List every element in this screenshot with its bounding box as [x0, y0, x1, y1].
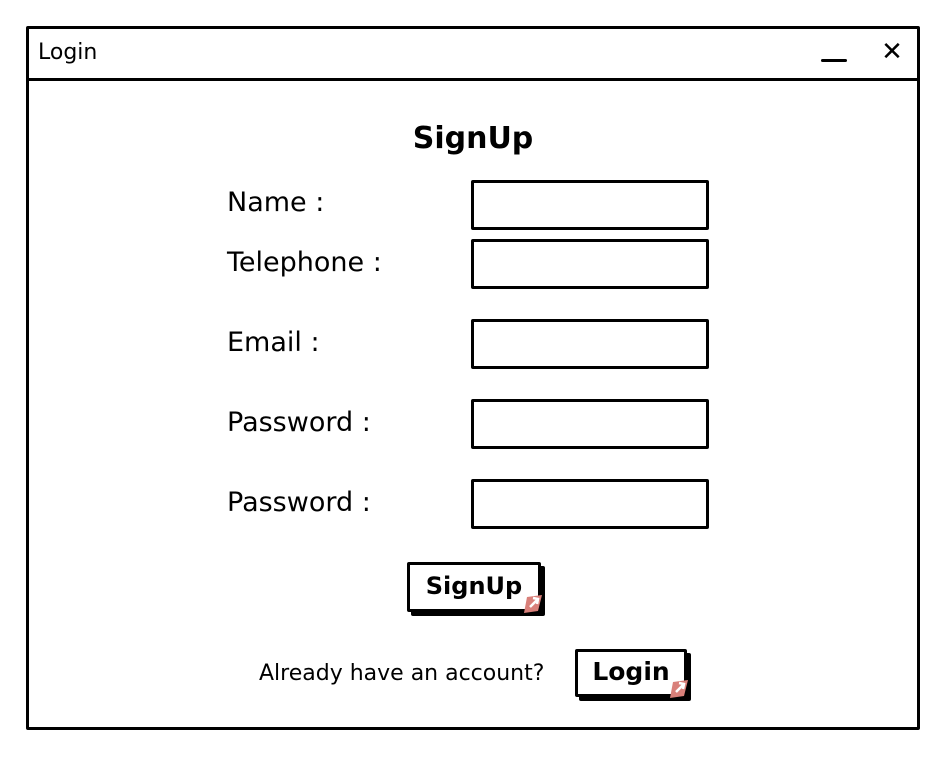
- login-button-label: Login: [592, 657, 670, 686]
- login-button[interactable]: Login: [575, 649, 688, 698]
- confirm-password-field[interactable]: [471, 479, 709, 529]
- password-field[interactable]: [471, 399, 709, 449]
- signup-button-label: SignUp: [425, 572, 523, 600]
- name-field[interactable]: [471, 180, 709, 230]
- hand-cursor-icon: [524, 595, 542, 613]
- email-field[interactable]: [471, 319, 709, 369]
- title-bar: Login ✕: [29, 29, 917, 81]
- telephone-label: Telephone :: [227, 247, 382, 278]
- hand-cursor-icon: [670, 680, 688, 698]
- account-prompt: Already have an account?: [259, 661, 545, 686]
- page-title: SignUp: [412, 121, 534, 156]
- close-icon[interactable]: ✕: [877, 37, 907, 67]
- password-label: Password :: [227, 407, 371, 438]
- signup-window: Login ✕ SignUp Name : Telephone : Email …: [26, 26, 920, 730]
- signup-button[interactable]: SignUp: [407, 562, 542, 613]
- confirm-password-label: Password :: [227, 487, 371, 518]
- minimize-icon[interactable]: [821, 59, 847, 62]
- window-title: Login: [38, 40, 98, 65]
- name-label: Name :: [227, 187, 325, 218]
- telephone-field[interactable]: [471, 239, 709, 289]
- email-label: Email :: [227, 327, 320, 358]
